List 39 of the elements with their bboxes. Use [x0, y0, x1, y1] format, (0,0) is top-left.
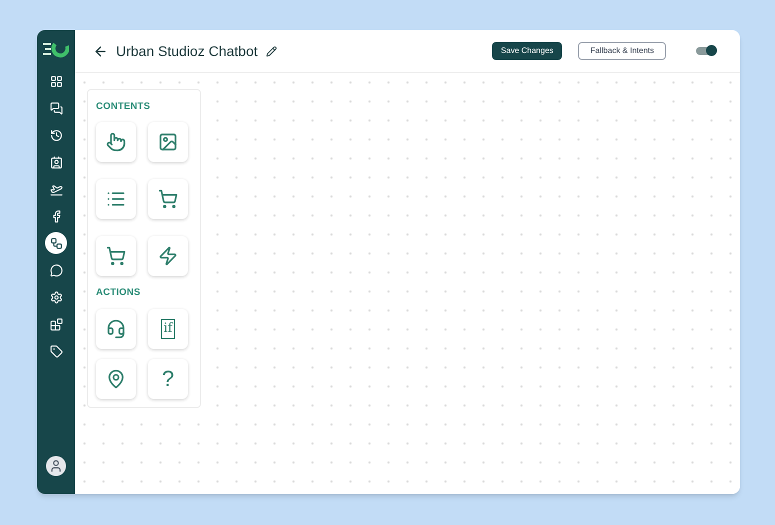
palette-tile[interactable]	[96, 358, 136, 398]
chat-icon	[50, 102, 62, 114]
flow-icon	[50, 236, 62, 250]
message-icon	[50, 264, 62, 276]
palette-tile[interactable]	[148, 179, 188, 220]
plane-icon	[50, 182, 62, 196]
palette-tile[interactable]	[148, 122, 188, 162]
palette-tile[interactable]	[96, 236, 136, 276]
contact-icon	[50, 156, 62, 168]
settings-icon	[50, 290, 62, 304]
palette-tile[interactable]	[148, 236, 188, 276]
logo-icon	[43, 40, 69, 58]
sidebar-item[interactable]	[45, 232, 67, 254]
tag-icon	[50, 344, 62, 358]
chatbot-title: Urban Studioz Chatbot	[116, 42, 258, 60]
save-changes-button[interactable]: Save Changes	[492, 42, 562, 60]
pointer-icon	[106, 132, 126, 152]
edit-icon[interactable]	[266, 46, 277, 56]
toggle-switch[interactable]	[696, 47, 716, 55]
map-pin-icon	[106, 368, 126, 388]
palette-tile[interactable]: if	[148, 308, 188, 348]
history-icon	[50, 128, 62, 142]
palette-tile[interactable]	[96, 179, 136, 220]
cart-icon	[106, 246, 126, 266]
section-heading: CONTENTS	[96, 100, 152, 114]
headset-icon	[106, 318, 126, 338]
apps-icon	[50, 318, 62, 330]
cart-icon	[158, 189, 178, 210]
fallback-intents-button[interactable]: Fallback & Intents	[578, 42, 666, 60]
palette-tile[interactable]	[96, 122, 136, 162]
back-icon[interactable]	[93, 44, 108, 58]
person-icon	[49, 459, 63, 473]
avatar[interactable]	[46, 456, 66, 476]
palette-tile[interactable]: ?	[148, 358, 188, 398]
image-icon	[158, 132, 178, 152]
lightning-icon	[158, 246, 178, 266]
dashboard-icon	[50, 74, 62, 88]
palette-tile[interactable]	[96, 308, 136, 348]
section-heading: ACTIONS	[96, 286, 142, 300]
